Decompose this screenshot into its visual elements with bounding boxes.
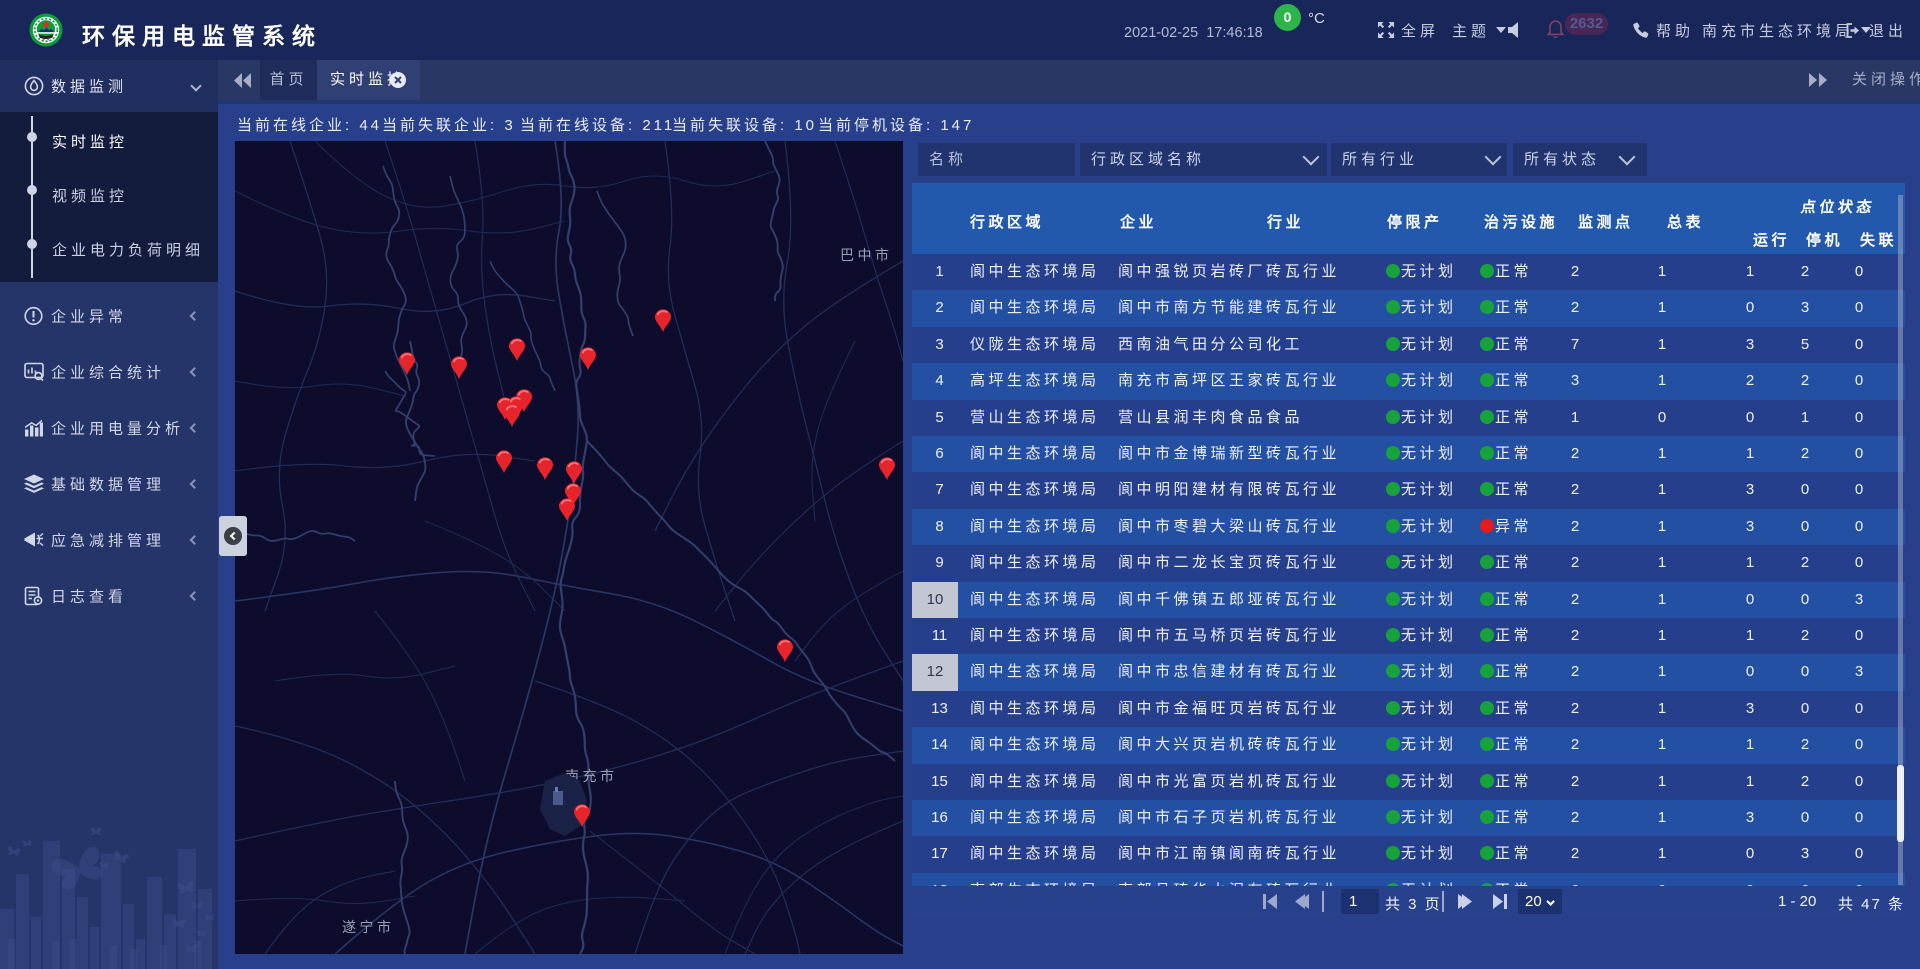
- svg-text:遂宁市: 遂宁市: [342, 919, 395, 935]
- svg-text:巴中市: 巴中市: [840, 247, 893, 263]
